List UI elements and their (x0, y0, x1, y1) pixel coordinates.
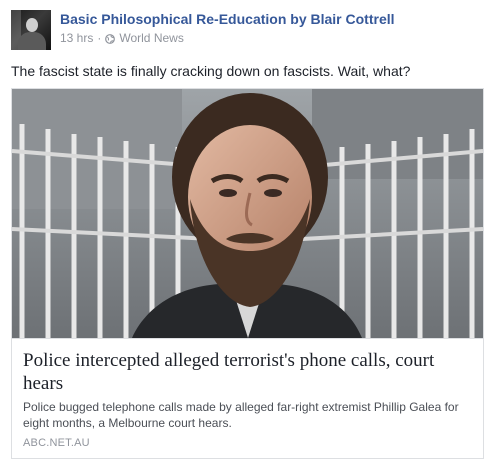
timestamp-link[interactable]: 13 hrs (60, 31, 93, 45)
category-link[interactable]: World News (119, 31, 183, 45)
article-description: Police bugged telephone calls made by al… (23, 400, 459, 430)
news-photo[interactable] (12, 89, 483, 338)
link-preview-card[interactable]: Police intercepted alleged terrorist's p… (11, 88, 484, 459)
page-name-link[interactable]: Basic Philosophical Re-Education by Blai… (60, 11, 395, 27)
post-meta: 13 hrs · World News (60, 31, 184, 45)
link-preview-body[interactable]: Police intercepted alleged terrorist's p… (12, 338, 483, 458)
meta-separator: · (97, 31, 102, 45)
article-headline[interactable]: Police intercepted alleged terrorist's p… (23, 349, 473, 395)
post-text: The fascist state is finally cracking do… (11, 63, 411, 79)
page-avatar[interactable] (11, 10, 51, 50)
article-domain: ABC.NET.AU (23, 437, 90, 449)
globe-icon[interactable] (105, 33, 116, 44)
